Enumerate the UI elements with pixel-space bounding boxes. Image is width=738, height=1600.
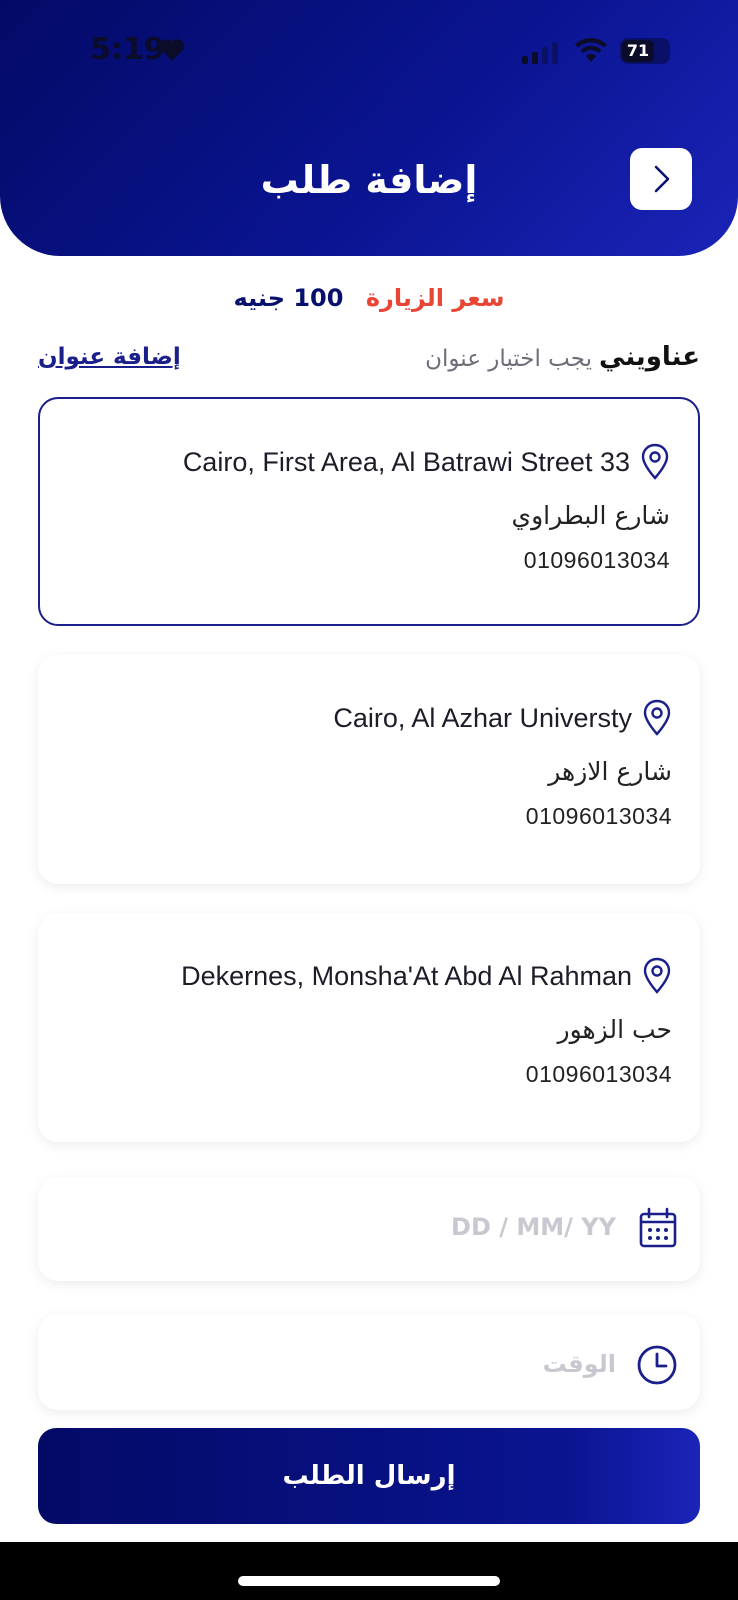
add-address-link[interactable]: إضافة عنوان: [38, 344, 181, 370]
address-text: Dekernes, Monsha'At Abd Al Rahman: [181, 960, 632, 991]
address-card-3[interactable]: Dekernes, Monsha'At Abd Al Rahman حب الز…: [38, 913, 700, 1142]
address-street: شارع البطراوي: [511, 501, 671, 530]
chevron-right-icon: [654, 165, 670, 193]
address-line: Dekernes, Monsha'At Abd Al Rahman: [181, 957, 672, 995]
page-title: إضافة طلب: [260, 158, 478, 202]
header: 5:19 71 إضافة طلب: [0, 0, 738, 256]
date-field[interactable]: DD / MM/ YY: [38, 1177, 700, 1281]
price-label: سعر الزيارة: [365, 284, 505, 312]
home-indicator[interactable]: [238, 1576, 500, 1586]
heart-icon: [160, 39, 184, 61]
location-pin-icon: [643, 699, 671, 736]
back-button[interactable]: [630, 148, 692, 210]
location-pin-icon: [641, 443, 669, 480]
date-placeholder: DD / MM/ YY: [451, 1213, 616, 1241]
address-card-2[interactable]: Cairo, Al Azhar Universty شارع الازهر 01…: [38, 655, 700, 884]
calendar-icon: [639, 1207, 677, 1248]
status-time: 5:19: [90, 32, 165, 67]
wifi-icon: [575, 38, 607, 62]
address-text: Cairo, First Area, Al Batrawi Street 33: [182, 446, 630, 477]
bottom-bar: [0, 1542, 738, 1600]
clock-icon: [637, 1345, 677, 1385]
price-value: 100 جنيه: [233, 284, 344, 312]
status-bar: 5:19 71: [0, 28, 738, 72]
address-street: شارع الازهر: [548, 757, 672, 786]
addresses-hint: يجب اختيار عنوان: [425, 346, 592, 372]
time-field[interactable]: الوقت: [38, 1314, 700, 1410]
address-text: Cairo, Al Azhar Universty: [333, 702, 632, 733]
address-line: Cairo, Al Azhar Universty: [333, 699, 672, 737]
submit-order-button[interactable]: إرسال الطلب: [38, 1428, 700, 1524]
address-card-1[interactable]: Cairo, First Area, Al Batrawi Street 33 …: [38, 397, 700, 626]
address-line: Cairo, First Area, Al Batrawi Street 33: [183, 443, 670, 481]
address-phone: 01096013034: [525, 803, 672, 829]
addresses-header: عناويني يجب اختيار عنوان إضافة عنوان: [38, 342, 700, 386]
address-phone: 01096013034: [525, 1061, 672, 1087]
battery-icon: 71: [620, 38, 670, 64]
visit-price: سعر الزيارة 100 جنيه: [0, 284, 738, 312]
signal-icon: [522, 42, 562, 64]
address-phone: 01096013034: [523, 547, 670, 573]
location-pin-icon: [643, 957, 671, 994]
battery-level: 71: [626, 41, 650, 60]
time-placeholder: الوقت: [542, 1350, 616, 1378]
addresses-title: عناويني: [599, 342, 700, 372]
address-street: حب الزهور: [557, 1015, 672, 1044]
